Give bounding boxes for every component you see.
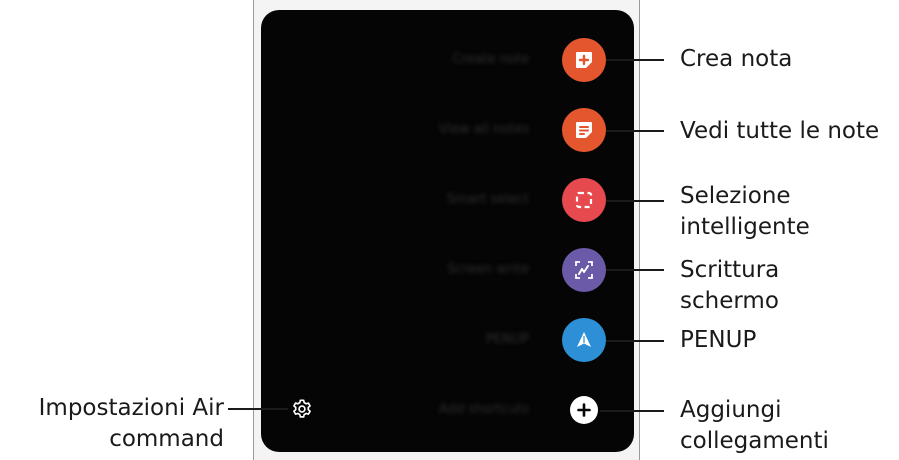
ghost-label-add-shortcuts: Add shortcuts (439, 402, 529, 417)
callout-penup: PENUP (680, 327, 757, 353)
ghost-label-view-notes: View all notes (438, 122, 529, 137)
smart-select-icon (575, 191, 593, 209)
view-notes-icon (576, 122, 592, 138)
leader-line-view-notes (606, 130, 664, 132)
create-note-button[interactable] (562, 38, 606, 82)
callout-view-notes: Vedi tutte le note (680, 118, 880, 144)
leader-line-settings (228, 408, 288, 410)
leader-line-create-note (606, 59, 664, 61)
smart-select-button[interactable] (562, 178, 606, 222)
add-shortcut-button[interactable] (570, 396, 598, 424)
callout-screen-write: Scrittura schermo (680, 257, 780, 314)
callout-settings: Impostazioni Air command (38, 395, 224, 452)
screen-write-icon (575, 261, 593, 279)
leader-line-screen-write (606, 269, 664, 271)
penup-button[interactable] (562, 318, 606, 362)
ghost-label-screen-write: Screen write (447, 262, 529, 277)
ghost-label-smart-select: Smart select (446, 192, 529, 207)
gear-icon[interactable] (291, 398, 313, 420)
view-all-notes-button[interactable] (562, 108, 606, 152)
callout-add-shortcuts: Aggiungi collegamenti (680, 397, 829, 454)
leader-line-add-shortcuts (600, 410, 664, 412)
leader-line-smart-select (606, 200, 664, 202)
screen-write-button[interactable] (562, 248, 606, 292)
ghost-label-penup: PENUP (485, 332, 529, 347)
ghost-label-create-note: Create note (452, 52, 529, 67)
add-shortcut-icon (577, 403, 591, 417)
penup-icon (577, 332, 591, 347)
callout-smart-select: Selezione intelligente (680, 183, 810, 240)
create-note-icon (576, 52, 592, 68)
leader-line-penup (606, 340, 664, 342)
callout-create-note: Crea nota (680, 46, 793, 72)
